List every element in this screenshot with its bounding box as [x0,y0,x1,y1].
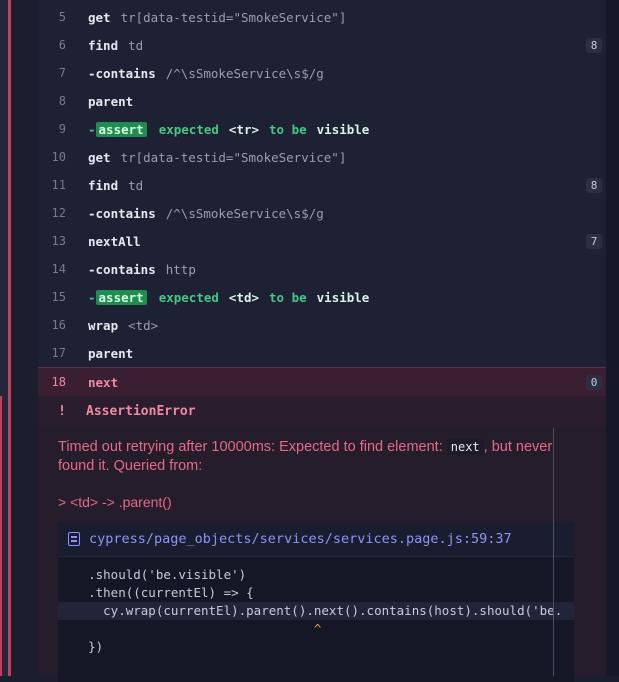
command-row[interactable]: 13 nextAll 7 [38,227,606,255]
error-message: Timed out retrying after 10000ms: Expect… [58,438,568,476]
row-number: 15 [51,290,66,304]
assertion-row[interactable]: 9 - assert expected <tr> to be visible [38,115,606,143]
assert-badge: assert [95,121,147,137]
error-message-code: next [446,439,484,455]
right-edge [606,0,619,676]
assert-value: visible [316,121,370,137]
command-name: find [88,177,119,193]
command-name: contains [95,65,156,81]
assert-subject: <td> [228,289,260,305]
child-dash: - [88,205,96,221]
row-number: 10 [51,150,66,164]
command-row[interactable]: 12 - contains /^\sSmokeService\s$/g [38,199,606,227]
code-line-highlighted: cy.wrap(currentEl).parent().next().conta… [58,602,574,620]
row-number: 11 [51,178,66,192]
command-arg: /^\sSmokeService\s$/g [165,205,324,221]
failed-command-row[interactable]: 18 next 0 [38,367,606,396]
command-arg: /^\sSmokeService\s$/g [165,65,324,81]
command-row[interactable]: 14 - contains http [38,255,606,283]
assert-word: to be [269,289,307,305]
code-line: .then((currentEl) => { [58,585,254,600]
command-arg: tr[data-testid="SmokeService"] [120,9,347,25]
code-frame-header[interactable]: cypress/page_objects/services/services.p… [58,522,574,557]
command-name: get [88,149,111,165]
command-arg: td [128,177,144,193]
command-name: get [88,9,111,25]
command-name: contains [95,205,156,221]
element-count-badge: 7 [586,234,602,249]
row-number: 9 [58,122,66,136]
code-caret: ^ [58,621,322,636]
command-row[interactable]: 7 - contains /^\sSmokeService\s$/g [38,59,606,87]
row-number: 6 [58,38,66,52]
command-name: parent [88,345,134,361]
child-dash: - [88,121,96,137]
assert-value: visible [316,289,370,305]
row-number: 8 [58,94,66,108]
document-icon [68,532,80,546]
code-line: .should('be.visible') [58,567,247,582]
code-line: }) [58,639,104,654]
command-row[interactable]: 10 get tr[data-testid="SmokeService"] [38,143,606,171]
command-arg: td [128,37,144,53]
assert-subject: <tr> [228,121,260,137]
command-arg: http [165,261,196,277]
error-rail [0,396,2,676]
error-query: > <td> -> .parent() [58,494,172,510]
element-count-badge: 8 [586,178,602,193]
error-icon: ! [58,403,66,419]
command-name: wrap [88,317,119,333]
command-name: contains [95,261,156,277]
failed-test-indicator [8,0,11,676]
command-name: next [88,374,119,390]
command-row[interactable]: 11 find td 8 [38,171,606,199]
element-count-badge: 0 [586,375,602,390]
row-number: 7 [58,66,66,80]
row-number: 18 [51,375,66,389]
scrollbar[interactable] [553,428,554,676]
command-arg: tr[data-testid="SmokeService"] [120,149,347,165]
command-name: parent [88,93,134,109]
error-header: ! AssertionError [38,396,606,426]
row-number: 14 [51,262,66,276]
command-row[interactable]: 6 find td 8 [38,31,606,59]
command-row[interactable]: 8 parent [38,87,606,115]
command-row[interactable]: 5 get tr[data-testid="SmokeService"] [38,3,606,31]
element-count-badge: 8 [586,38,602,53]
assert-word: expected [158,121,219,137]
assert-word: to be [269,121,307,137]
assert-word: expected [158,289,219,305]
assertion-row[interactable]: 15 - assert expected <td> to be visible [38,283,606,311]
row-number: 12 [51,206,66,220]
error-body: Timed out retrying after 10000ms: Expect… [38,426,606,682]
error-message-text: Timed out retrying after 10000ms: Expect… [58,439,443,455]
row-number: 16 [51,318,66,332]
child-dash: - [88,65,96,81]
command-row[interactable]: 17 parent [38,339,606,367]
command-name: nextAll [88,233,141,249]
child-dash: - [88,261,96,277]
code-frame: cypress/page_objects/services/services.p… [58,522,574,682]
file-link[interactable]: cypress/page_objects/services/services.p… [89,531,512,547]
child-dash: - [88,289,96,305]
error-title: AssertionError [86,403,196,419]
row-number: 17 [51,346,66,360]
assert-badge: assert [95,289,147,305]
row-number: 13 [51,234,66,248]
row-number: 5 [58,10,66,24]
command-name: find [88,37,119,53]
command-arg: <td> [128,317,159,333]
command-row[interactable]: 16 wrap <td> [38,311,606,339]
